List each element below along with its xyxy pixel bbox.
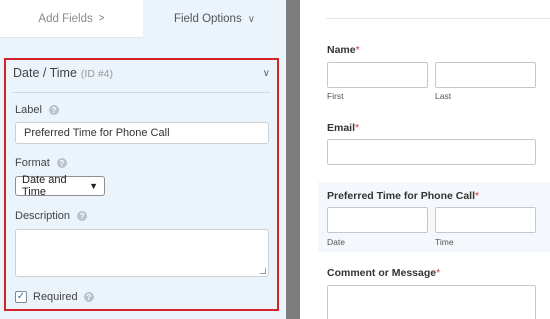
last-name-input[interactable] (435, 62, 536, 88)
header-divider (13, 92, 270, 93)
time-input[interactable] (435, 207, 536, 233)
format-caption-row: Format ? (15, 157, 67, 169)
help-icon[interactable]: ? (48, 105, 59, 115)
required-star: * (436, 267, 441, 279)
chevron-right-icon: > (98, 13, 105, 24)
required-star: * (475, 190, 480, 202)
comment-label-text: Comment or Message (327, 267, 437, 279)
date-input[interactable] (327, 207, 428, 233)
label-input[interactable]: Preferred Time for Phone Call (15, 122, 269, 144)
field-id: (ID #4) (80, 68, 114, 80)
tab-add-fields[interactable]: Add Fields > (0, 0, 143, 38)
time-sub-label: Time (435, 237, 454, 247)
label-input-value: Preferred Time for Phone Call (24, 127, 170, 139)
name-label-text: Name (327, 44, 356, 56)
format-caption: Format (15, 157, 50, 169)
email-input[interactable] (327, 139, 536, 165)
email-field-label: Email* (327, 122, 359, 134)
description-caption: Description (15, 210, 71, 222)
checkmark-icon: ✓ (16, 291, 26, 302)
tab-field-options-label: Field Options (173, 13, 242, 25)
panel-divider (286, 0, 300, 319)
date-sub-label: Date (327, 237, 345, 247)
name-field-label: Name* (327, 44, 360, 56)
comment-field-label: Comment or Message* (327, 267, 440, 279)
required-row: ✓ Required ? (15, 291, 94, 303)
tab-add-fields-label: Add Fields (38, 12, 93, 25)
first-name-input[interactable] (327, 62, 428, 88)
help-icon[interactable]: ? (77, 211, 88, 221)
last-sub-label: Last (435, 91, 452, 101)
description-textarea[interactable] (15, 229, 269, 277)
chevron-down-icon: ∨ (247, 13, 256, 25)
required-star: * (355, 122, 360, 134)
description-caption-row: Description ? (15, 210, 88, 222)
collapse-chevron-icon[interactable]: ∨ (263, 68, 270, 79)
required-checkbox[interactable]: ✓ (15, 291, 27, 303)
field-title-group: Date / Time (ID #4) (13, 64, 113, 82)
time-field-label: Preferred Time for Phone Call* (327, 190, 479, 202)
chevron-down-icon: ▼ (89, 181, 98, 191)
comment-textarea[interactable] (327, 285, 536, 319)
field-header[interactable]: Date / Time (ID #4) ∨ (13, 62, 270, 84)
first-sub-label: First (327, 91, 344, 101)
help-icon[interactable]: ? (83, 292, 94, 302)
label-caption: Label (15, 104, 42, 116)
required-star: * (355, 44, 360, 56)
field-title: Date / Time (13, 66, 77, 80)
required-caption: Required (33, 291, 78, 303)
help-icon[interactable]: ? (56, 158, 67, 168)
format-select-value: Date and Time (22, 174, 67, 198)
panel-tabs: Add Fields > Field Options ∨ (0, 0, 286, 38)
email-label-text: Email (327, 122, 356, 134)
format-select[interactable]: Date and Time ▼ (15, 174, 105, 198)
preview-top-line (326, 18, 550, 19)
tab-field-options[interactable]: Field Options ∨ (143, 0, 286, 38)
time-label-text: Preferred Time for Phone Call (327, 190, 476, 202)
resize-handle-icon[interactable] (260, 268, 266, 274)
label-caption-row: Label ? (15, 104, 59, 116)
